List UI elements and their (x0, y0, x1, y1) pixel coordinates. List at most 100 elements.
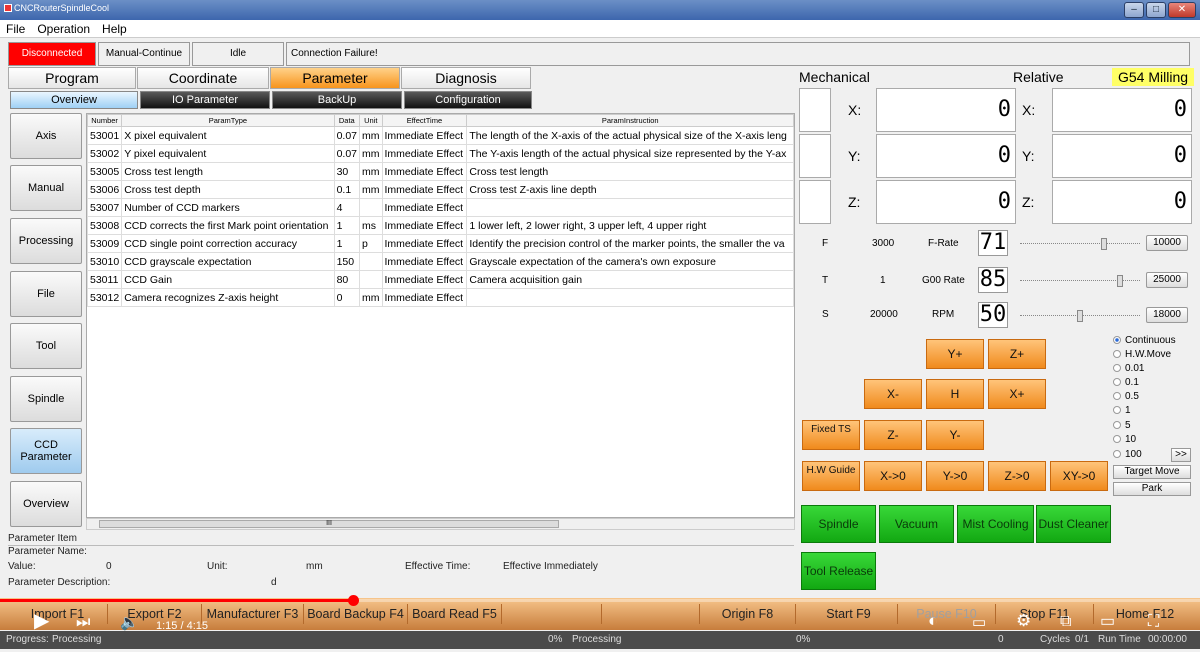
col-unit-header[interactable]: Unit (359, 114, 383, 127)
side-button-processing[interactable]: Processing (10, 218, 82, 264)
subtab-io-parameter[interactable]: IO Parameter (140, 91, 270, 109)
subtab-overview[interactable]: Overview (10, 91, 138, 109)
tab-parameter[interactable]: Parameter (270, 67, 400, 89)
jog-y-minus-button[interactable]: Y- (926, 420, 984, 450)
step-0-1[interactable]: 0.1 (1113, 376, 1139, 389)
radio-icon[interactable] (1113, 378, 1121, 386)
radio-icon[interactable] (1113, 350, 1121, 358)
jog-x-plus-button[interactable]: X+ (988, 379, 1046, 409)
scroll-thumb[interactable]: III (99, 520, 559, 528)
jog-y-plus-button[interactable]: Y+ (926, 339, 984, 369)
side-button-spindle[interactable]: Spindle (10, 376, 82, 422)
autoplay-toggle-icon[interactable]: ◐ (928, 612, 938, 630)
side-button-ccd-parameter[interactable]: CCD Parameter (10, 428, 82, 474)
settings-gear-icon[interactable]: ⚙ (1016, 612, 1031, 630)
step-100[interactable]: 100 (1113, 448, 1142, 461)
tab-coordinate[interactable]: Coordinate (137, 67, 269, 89)
step-0-5[interactable]: 0.5 (1113, 390, 1139, 403)
feed-rate-slider-knob[interactable] (1100, 238, 1107, 250)
rpm-max[interactable]: 18000 (1146, 307, 1188, 323)
miniplayer-icon[interactable]: ⧉ (1060, 613, 1071, 631)
tab-program[interactable]: Program (8, 67, 136, 89)
play-icon[interactable]: ▶ (34, 611, 49, 631)
subtab-configuration[interactable]: Configuration (404, 91, 532, 109)
mist-cooling-output-button[interactable]: Mist Cooling (957, 505, 1034, 543)
zero-y-button[interactable]: Y->0 (926, 461, 984, 491)
table-row[interactable]: 53008 CCD corrects the first Mark point o… (87, 216, 794, 235)
radio-icon[interactable] (1113, 364, 1121, 372)
step-0-01[interactable]: 0.01 (1113, 362, 1144, 375)
fullscreen-icon[interactable]: ⛶ (1148, 613, 1159, 631)
col-instruction-header[interactable]: ParamInstruction (466, 114, 794, 127)
step-5[interactable]: 5 (1113, 419, 1131, 432)
f7-button[interactable] (602, 604, 700, 624)
table-row[interactable]: 53009 CCD single point correction accurac… (87, 234, 794, 253)
hw-guide-button[interactable]: H.W Guide (802, 461, 860, 491)
col-paramtype-header[interactable]: ParamType (121, 114, 335, 127)
side-button-tool[interactable]: Tool (10, 323, 82, 369)
park-button[interactable]: Park (1113, 482, 1191, 496)
radio-icon[interactable] (1113, 406, 1121, 414)
side-button-axis[interactable]: Axis (10, 113, 82, 159)
menu-operation[interactable]: Operation (31, 20, 96, 36)
f6-button[interactable] (502, 604, 602, 624)
g00-rate-slider[interactable] (1020, 275, 1140, 294)
step-hw-move[interactable]: H.W.Move (1113, 348, 1171, 361)
rpm-slider-knob[interactable] (1077, 310, 1083, 322)
target-move-button[interactable]: Target Move (1113, 465, 1191, 479)
table-row[interactable]: 53007 Number of CCD markers 4 Immediate Eff… (87, 198, 794, 217)
subtitles-icon[interactable]: ▭ (972, 614, 986, 632)
vacuum-output-button[interactable]: Vacuum (879, 505, 954, 543)
jog-home-button[interactable]: H (926, 379, 984, 409)
table-row[interactable]: 53005 Cross test length 30 mm Immediate Effe… (87, 162, 794, 181)
origin-f8-button[interactable]: Origin F8 (700, 604, 796, 624)
volume-icon[interactable]: 🔈 (120, 614, 139, 632)
radio-selected-icon[interactable] (1113, 336, 1121, 344)
table-row[interactable]: 53010 CCD grayscale expectation 150 Immedia… (87, 252, 794, 271)
board-read-f5-button[interactable]: Board Read F5 (408, 604, 502, 624)
table-row[interactable]: 53006 Cross test depth 0.1 mm Immediate Effe… (87, 180, 794, 199)
side-button-overview[interactable]: Overview (10, 481, 82, 527)
dust-cleaner-output-button[interactable]: Dust Cleaner (1036, 505, 1111, 543)
side-button-file[interactable]: File (10, 271, 82, 317)
theater-mode-icon[interactable]: ▭ (1100, 613, 1115, 631)
import-f1-button[interactable]: Import F1 (8, 604, 108, 624)
table-row[interactable]: 53012 Camera recognizes Z-axis height 0 mm I… (87, 288, 794, 307)
tool-release-button[interactable]: Tool Release (801, 552, 876, 590)
menu-help[interactable]: Help (96, 20, 133, 36)
g00-rate-slider-knob[interactable] (1116, 275, 1123, 287)
maximize-icon[interactable]: □ (1146, 2, 1166, 18)
jog-x-minus-button[interactable]: X- (864, 379, 922, 409)
video-timeline[interactable] (0, 595, 1200, 606)
fixed-ts-button[interactable]: Fixed TS (802, 420, 860, 450)
feed-rate-max[interactable]: 10000 (1146, 235, 1188, 251)
step-10[interactable]: 10 (1113, 433, 1136, 446)
menu-file[interactable]: File (0, 20, 31, 36)
zero-z-button[interactable]: Z->0 (988, 461, 1046, 491)
jog-z-minus-button[interactable]: Z- (864, 420, 922, 450)
feed-rate-slider[interactable] (1020, 238, 1140, 257)
board-backup-f4-button[interactable]: Board Backup F4 (304, 604, 408, 624)
step-more-button[interactable]: >> (1171, 448, 1191, 462)
radio-icon[interactable] (1113, 450, 1121, 458)
radio-icon[interactable] (1113, 435, 1121, 443)
table-row[interactable]: 53002 Y pixel equivalent 0.07 mm Immediate E… (87, 144, 794, 163)
video-scrubber[interactable] (347, 595, 359, 606)
spindle-output-button[interactable]: Spindle (801, 505, 876, 543)
zero-x-button[interactable]: X->0 (864, 461, 922, 491)
radio-icon[interactable] (1113, 421, 1121, 429)
tab-diagnosis[interactable]: Diagnosis (401, 67, 531, 89)
start-f9-button[interactable]: Start F9 (800, 604, 898, 624)
table-row[interactable]: 53011 CCD Gain 80 Immediate Effect Camera ac… (87, 270, 794, 289)
table-row[interactable]: 53001 X pixel equivalent 0.07 mm Immediate E… (87, 126, 794, 145)
col-effecttime-header[interactable]: EffectTime (381, 114, 468, 127)
step-1[interactable]: 1 (1113, 404, 1131, 417)
stop-f11-button[interactable]: Stop F11 (996, 604, 1094, 624)
radio-icon[interactable] (1113, 392, 1121, 400)
manufacturer-f3-button[interactable]: Manufacturer F3 (202, 604, 304, 624)
rpm-slider[interactable] (1020, 310, 1140, 329)
col-data-header[interactable]: Data (333, 114, 361, 127)
horizontal-scrollbar[interactable]: III (86, 518, 795, 530)
minimize-icon[interactable]: – (1124, 2, 1144, 18)
jog-z-plus-button[interactable]: Z+ (988, 339, 1046, 369)
